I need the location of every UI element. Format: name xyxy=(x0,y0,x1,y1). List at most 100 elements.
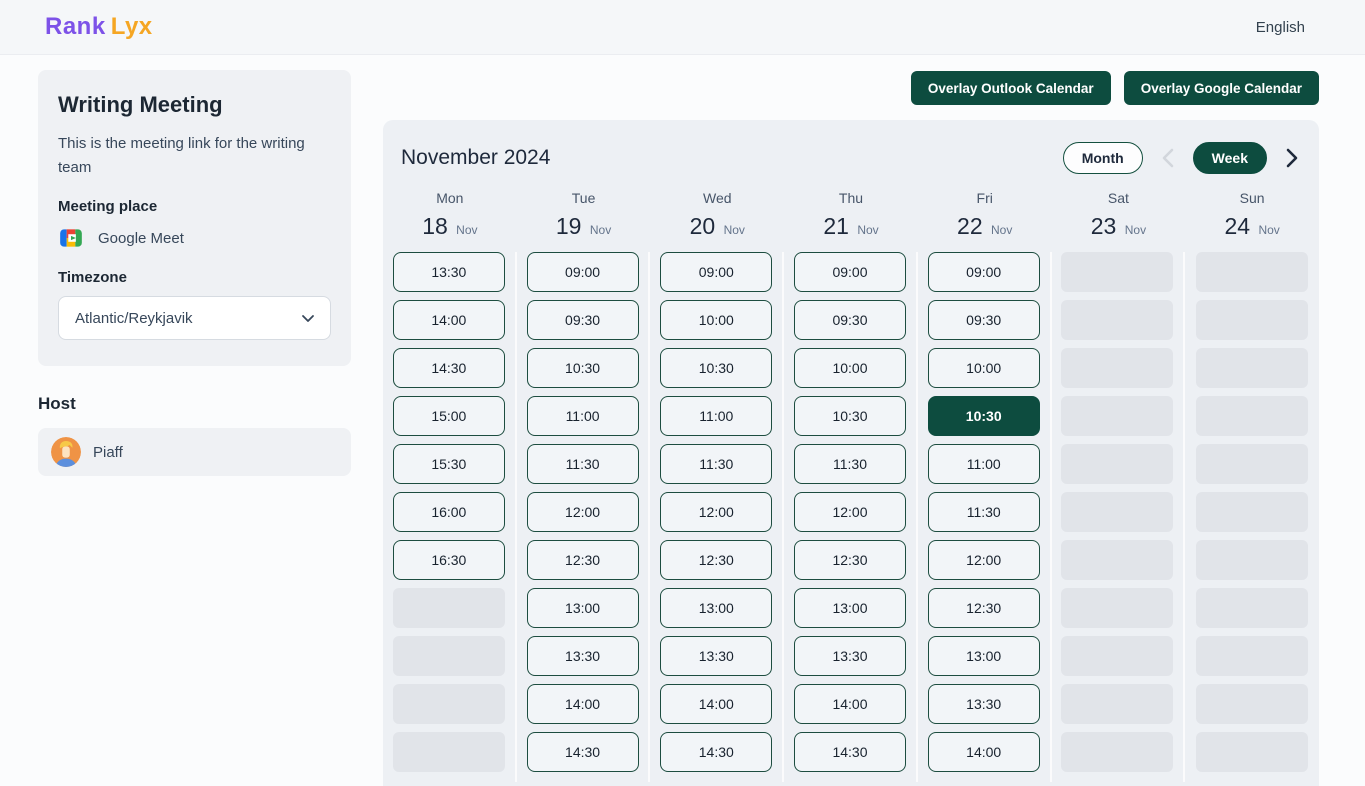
time-slot[interactable]: 13:30 xyxy=(527,636,639,676)
time-slot[interactable]: 09:00 xyxy=(660,252,772,292)
time-slot[interactable]: 11:30 xyxy=(928,492,1040,532)
time-slot[interactable]: 09:30 xyxy=(527,300,639,340)
time-slot[interactable]: 13:30 xyxy=(928,684,1040,724)
time-slot[interactable]: 10:30 xyxy=(660,348,772,388)
time-slot[interactable]: 12:00 xyxy=(660,492,772,532)
time-slot-unavailable xyxy=(1061,588,1173,628)
time-slot-unavailable xyxy=(1196,588,1308,628)
timezone-value: Atlantic/Reykjavik xyxy=(75,310,193,327)
time-slot-unavailable xyxy=(1061,732,1173,772)
time-slot[interactable]: 14:30 xyxy=(660,732,772,772)
day-month-label: Nov xyxy=(857,223,878,237)
time-slot[interactable]: 13:30 xyxy=(660,636,772,676)
time-slot[interactable]: 13:00 xyxy=(794,588,906,628)
time-slot[interactable]: 12:30 xyxy=(660,540,772,580)
time-slot-unavailable xyxy=(1196,684,1308,724)
time-slot[interactable]: 09:30 xyxy=(794,300,906,340)
slot-grid: 13:30 14:00 14:30 15:00 15:30 16:00 16:30 09:00… xyxy=(383,252,1319,782)
time-slot[interactable]: 11:00 xyxy=(527,396,639,436)
time-slot[interactable]: 10:00 xyxy=(928,348,1040,388)
time-slot[interactable]: 15:30 xyxy=(393,444,505,484)
google-meet-icon xyxy=(58,225,84,251)
weekday-label: Wed xyxy=(650,190,784,206)
meeting-info-card: Writing Meeting This is the meeting link… xyxy=(38,70,351,366)
time-slot-unavailable xyxy=(393,588,505,628)
next-week-icon[interactable] xyxy=(1283,145,1301,171)
time-slot[interactable]: 10:00 xyxy=(794,348,906,388)
day-number: 21 Nov xyxy=(784,213,918,240)
time-slot[interactable]: 12:00 xyxy=(928,540,1040,580)
time-slot[interactable]: 10:30 xyxy=(527,348,639,388)
time-slot[interactable]: 10:30 xyxy=(794,396,906,436)
time-slot[interactable]: 14:30 xyxy=(393,348,505,388)
time-slot-unavailable xyxy=(1196,252,1308,292)
time-slot[interactable]: 14:30 xyxy=(527,732,639,772)
day-header: Thu21 Nov xyxy=(784,190,918,240)
time-slot[interactable]: 09:00 xyxy=(928,252,1040,292)
weekday-label: Sat xyxy=(1052,190,1186,206)
time-slot[interactable]: 14:00 xyxy=(928,732,1040,772)
day-number-value: 20 xyxy=(690,213,716,239)
time-slot-unavailable xyxy=(393,732,505,772)
time-slot[interactable]: 14:00 xyxy=(393,300,505,340)
time-slot[interactable]: 13:00 xyxy=(928,636,1040,676)
time-slot[interactable]: 09:00 xyxy=(794,252,906,292)
time-slot[interactable]: 16:00 xyxy=(393,492,505,532)
day-number-value: 24 xyxy=(1224,213,1250,239)
time-slot[interactable]: 16:30 xyxy=(393,540,505,580)
time-slot[interactable]: 15:00 xyxy=(393,396,505,436)
day-number: 18 Nov xyxy=(383,213,517,240)
month-view-button[interactable]: Month xyxy=(1063,142,1143,174)
time-slot-unavailable xyxy=(1061,396,1173,436)
timezone-select[interactable]: Atlantic/Reykjavik xyxy=(58,296,331,340)
time-slot[interactable]: 12:30 xyxy=(928,588,1040,628)
day-number-value: 23 xyxy=(1091,213,1117,239)
time-slot[interactable]: 11:30 xyxy=(794,444,906,484)
time-slot[interactable]: 13:00 xyxy=(527,588,639,628)
time-slot[interactable]: 09:30 xyxy=(928,300,1040,340)
day-header: Sun24 Nov xyxy=(1185,190,1319,240)
time-slot[interactable]: 14:00 xyxy=(794,684,906,724)
day-month-label: Nov xyxy=(456,223,477,237)
time-slot[interactable]: 11:30 xyxy=(660,444,772,484)
time-slot-unavailable xyxy=(1061,444,1173,484)
time-slot[interactable]: 11:30 xyxy=(527,444,639,484)
time-slot-unavailable xyxy=(1196,396,1308,436)
language-selector[interactable]: English xyxy=(1256,19,1305,36)
time-slot[interactable]: 14:30 xyxy=(794,732,906,772)
day-month-label: Nov xyxy=(1258,223,1279,237)
time-slot[interactable]: 14:00 xyxy=(527,684,639,724)
day-header: Wed20 Nov xyxy=(650,190,784,240)
time-slot[interactable]: 10:00 xyxy=(660,300,772,340)
day-header: Tue19 Nov xyxy=(517,190,651,240)
time-slot[interactable]: 14:00 xyxy=(660,684,772,724)
time-slot[interactable]: 13:30 xyxy=(794,636,906,676)
prev-week-icon[interactable] xyxy=(1159,145,1177,171)
time-slot[interactable]: 12:00 xyxy=(794,492,906,532)
time-slot[interactable]: 13:30 xyxy=(393,252,505,292)
host-avatar xyxy=(51,437,81,467)
time-slot[interactable]: 12:00 xyxy=(527,492,639,532)
day-header: Sat23 Nov xyxy=(1052,190,1186,240)
time-slot-selected[interactable]: 10:30 xyxy=(928,396,1040,436)
logo-part-1: Rank xyxy=(45,13,106,40)
chevron-down-icon xyxy=(300,310,316,326)
time-slot[interactable]: 11:00 xyxy=(928,444,1040,484)
day-column: 13:30 14:00 14:30 15:00 15:30 16:00 16:30 xyxy=(383,252,517,782)
time-slot-unavailable xyxy=(393,636,505,676)
time-slot[interactable]: 09:00 xyxy=(527,252,639,292)
calendar-month-title: November 2024 xyxy=(401,146,550,170)
time-slot-unavailable xyxy=(1196,636,1308,676)
app-logo[interactable]: RankLyx xyxy=(45,13,153,41)
calendar-header: November 2024 Month Week xyxy=(383,120,1319,186)
timezone-label: Timezone xyxy=(58,269,331,286)
time-slot[interactable]: 12:30 xyxy=(794,540,906,580)
day-header-row: Mon18 NovTue19 NovWed20 NovThu21 NovFri2… xyxy=(383,190,1319,240)
overlay-google-button[interactable]: Overlay Google Calendar xyxy=(1124,71,1319,105)
time-slot[interactable]: 13:00 xyxy=(660,588,772,628)
time-slot[interactable]: 12:30 xyxy=(527,540,639,580)
week-view-button[interactable]: Week xyxy=(1193,142,1267,174)
overlay-outlook-button[interactable]: Overlay Outlook Calendar xyxy=(911,71,1111,105)
day-number-value: 21 xyxy=(823,213,849,239)
time-slot[interactable]: 11:00 xyxy=(660,396,772,436)
